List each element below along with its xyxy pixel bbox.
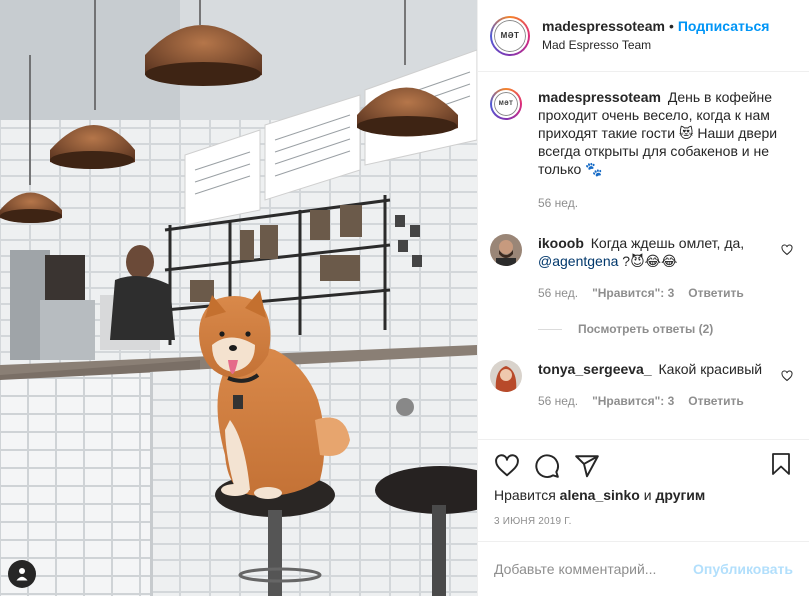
like-button[interactable] [494, 453, 534, 479]
cafe-dog-photo [0, 0, 477, 596]
commenter-avatar[interactable] [490, 234, 522, 266]
comment-text-end: ?😈😂😂 [622, 253, 678, 269]
post-date[interactable]: 3 ИЮНЯ 2019 Г. [494, 516, 793, 541]
user-tag-icon [16, 568, 28, 581]
comment-text: Когда ждешь омлет, да, [590, 235, 745, 251]
comment-text: Какой красивый [658, 361, 763, 377]
author-avatar[interactable]: MӘT [490, 15, 530, 56]
likes-joiner: и [643, 487, 652, 503]
comments-list: MӘT madespressoteam День в кофейне прохо… [478, 72, 809, 439]
separator-dot: • [668, 18, 674, 34]
liker-username[interactable]: alena_sinko [560, 487, 640, 503]
caption-time[interactable]: 56 нед. [538, 194, 578, 212]
comment-item: tonya_sergeeva_ Какой красивый 56 нед. "… [490, 360, 793, 410]
share-icon [575, 455, 599, 478]
likes-others-link[interactable]: другим [655, 487, 705, 503]
reply-button[interactable]: Ответить [688, 284, 743, 302]
comment-likes[interactable]: "Нравится": 3 [592, 392, 674, 410]
view-replies-button[interactable]: Посмотреть ответы (2) [538, 322, 793, 336]
caption: MӘT madespressoteam День в кофейне прохо… [490, 88, 793, 212]
comment-button[interactable] [534, 453, 574, 479]
follow-button[interactable]: Подписаться [678, 18, 770, 34]
reply-button[interactable]: Ответить [688, 392, 743, 410]
comment-likes[interactable]: "Нравится": 3 [592, 284, 674, 302]
comment-username[interactable]: ikooob [538, 235, 584, 251]
comment-mention[interactable]: @agentgena [538, 253, 618, 269]
caption-avatar[interactable]: MӘT [490, 88, 522, 120]
publish-button[interactable]: Опубликовать [693, 561, 793, 577]
comment-icon [535, 454, 559, 478]
comment-input[interactable] [494, 561, 694, 577]
post-side-panel: MӘT madespressoteam • Подписаться Mad Espr… [477, 0, 809, 596]
tonya-avatar-image [490, 360, 522, 392]
commenter-avatar[interactable] [490, 360, 522, 392]
heart-small-icon[interactable] [781, 244, 793, 256]
share-button[interactable] [574, 453, 614, 479]
user-tag-button[interactable] [8, 560, 36, 588]
ikooob-avatar-image [490, 234, 522, 266]
view-replies-label: Посмотреть ответы (2) [578, 322, 714, 336]
likes-summary: Нравится alena_sinko и другим [494, 486, 793, 504]
replies-divider-line [538, 328, 562, 330]
post-photo[interactable] [0, 0, 477, 596]
comment-username[interactable]: tonya_sergeeva_ [538, 361, 652, 377]
heart-icon [495, 454, 519, 477]
brand-logo: MӘT [494, 19, 526, 52]
add-comment-bar: Опубликовать [478, 541, 809, 596]
save-button[interactable] [769, 451, 793, 482]
post-header: MӘT madespressoteam • Подписаться Mad Espr… [478, 0, 809, 72]
comment-time[interactable]: 56 нед. [538, 284, 578, 302]
caption-username[interactable]: madespressoteam [538, 89, 661, 105]
heart-small-icon[interactable] [781, 370, 793, 382]
author-full-name: Mad Espresso Team [542, 38, 652, 52]
instagram-post: MӘT madespressoteam • Подписаться Mad Espr… [0, 0, 809, 596]
brand-logo-small: MӘT [494, 92, 518, 116]
comment-item: ikooob Когда ждешь омлет, да, @agentgena… [490, 234, 793, 302]
post-actions: Нравится alena_sinko и другим 3 ИЮНЯ 201… [478, 439, 809, 541]
bookmark-icon [772, 452, 790, 475]
author-username[interactable]: madespressoteam [542, 18, 665, 34]
comment-time[interactable]: 56 нед. [538, 392, 578, 410]
likes-prefix: Нравится [494, 487, 556, 503]
